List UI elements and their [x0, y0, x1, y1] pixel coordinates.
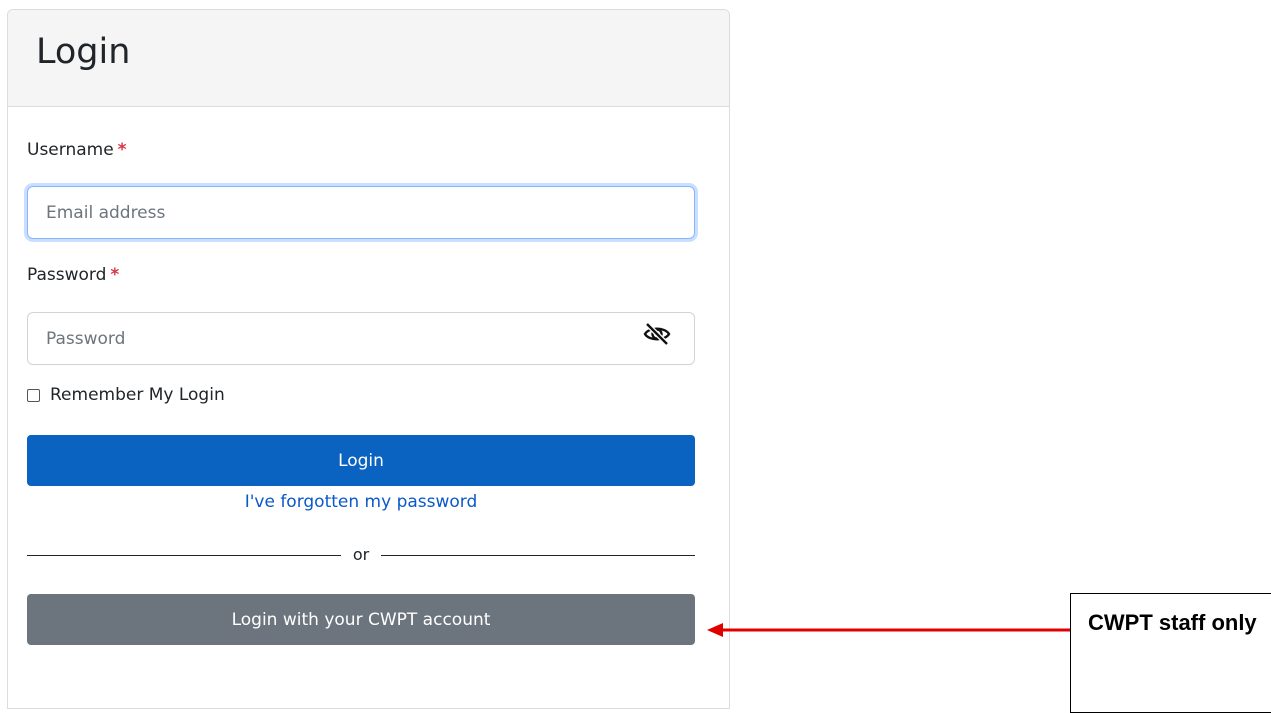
card-header: Login	[8, 10, 729, 107]
remember-label: Remember My Login	[50, 385, 225, 405]
password-label: Password *	[27, 265, 119, 285]
page-title: Login	[36, 32, 131, 72]
remember-login[interactable]: Remember My Login	[27, 385, 225, 405]
username-label-text: Username	[27, 140, 114, 160]
sso-login-button[interactable]: Login with your CWPT account	[27, 594, 695, 645]
or-divider: or	[27, 545, 695, 564]
required-marker: *	[110, 265, 120, 285]
login-button[interactable]: Login	[27, 435, 695, 486]
required-marker: *	[117, 140, 127, 160]
eye-slash-icon[interactable]	[641, 318, 673, 350]
password-input[interactable]	[27, 312, 695, 365]
forgot-password-link[interactable]: I've forgotten my password	[27, 492, 695, 512]
password-label-text: Password	[27, 265, 107, 285]
remember-checkbox[interactable]	[27, 388, 40, 402]
username-label: Username *	[27, 140, 127, 160]
annotation-callout: CWPT staff only	[1070, 593, 1271, 713]
annotation-arrow	[707, 623, 1071, 637]
annotation-text: CWPT staff only	[1088, 610, 1257, 635]
username-input[interactable]	[27, 186, 695, 239]
divider-line-right	[381, 555, 695, 556]
